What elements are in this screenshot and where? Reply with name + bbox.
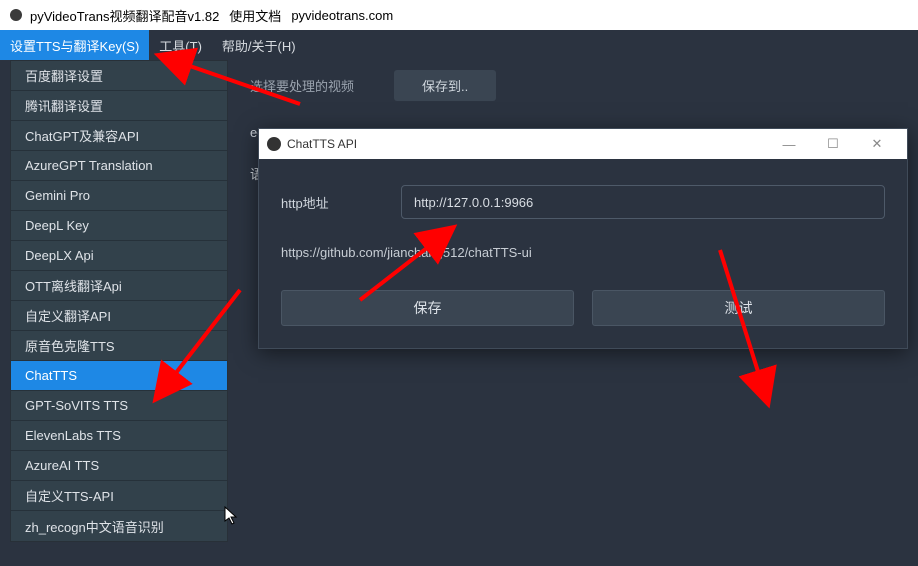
dropdown-item[interactable]: 腾讯翻译设置 bbox=[11, 91, 227, 121]
save-to-button[interactable]: 保存到.. bbox=[394, 70, 496, 101]
app-title: pyVideoTrans视频翻译配音v1.82 bbox=[30, 6, 219, 25]
save-button[interactable]: 保存 bbox=[281, 290, 574, 326]
dropdown-item[interactable]: ChatGPT及兼容API bbox=[11, 121, 227, 151]
menu-tools[interactable]: 工具(T) bbox=[149, 30, 212, 60]
dropdown-item[interactable]: Gemini Pro bbox=[11, 181, 227, 211]
dropdown-item[interactable]: DeepL Key bbox=[11, 211, 227, 241]
dropdown-item[interactable]: DeepLX Api bbox=[11, 241, 227, 271]
http-address-input[interactable] bbox=[401, 185, 885, 219]
dropdown-item[interactable]: 自定义TTS-API bbox=[11, 481, 227, 511]
dropdown-item[interactable]: zh_recogn中文语音识别 bbox=[11, 511, 227, 541]
dropdown-item[interactable]: OTT离线翻译Api bbox=[11, 271, 227, 301]
dropdown-item[interactable]: 百度翻译设置 bbox=[11, 61, 227, 91]
maximize-icon[interactable]: ☐ bbox=[811, 129, 855, 159]
chattts-dialog: ChatTTS API — ☐ ✕ http地址 https://github.… bbox=[258, 128, 908, 349]
menu-settings[interactable]: 设置TTS与翻译Key(S) bbox=[0, 30, 149, 60]
github-link[interactable]: https://github.com/jianchang512/chatTTS-… bbox=[281, 245, 885, 260]
dropdown-item[interactable]: 自定义翻译API bbox=[11, 301, 227, 331]
dropdown-item[interactable]: 原音色克隆TTS bbox=[11, 331, 227, 361]
close-icon[interactable]: ✕ bbox=[855, 129, 899, 159]
menubar: 设置TTS与翻译Key(S) 工具(T) 帮助/关于(H) bbox=[0, 30, 918, 60]
dialog-title: ChatTTS API bbox=[287, 137, 357, 151]
dialog-titlebar: ChatTTS API — ☐ ✕ bbox=[259, 129, 907, 159]
menu-help[interactable]: 帮助/关于(H) bbox=[212, 30, 306, 60]
window-titlebar: pyVideoTrans视频翻译配音v1.82 使用文档 pyvideotran… bbox=[0, 0, 918, 30]
doc-label: 使用文档 bbox=[229, 6, 281, 25]
dialog-icon bbox=[267, 137, 281, 151]
site-label: pyvideotrans.com bbox=[291, 8, 393, 23]
dropdown-item[interactable]: AzureGPT Translation bbox=[11, 151, 227, 181]
dropdown-item[interactable]: AzureAI TTS bbox=[11, 451, 227, 481]
app-icon bbox=[8, 7, 24, 23]
dropdown-item[interactable]: ElevenLabs TTS bbox=[11, 421, 227, 451]
cursor-icon bbox=[224, 506, 240, 531]
minimize-icon[interactable]: — bbox=[767, 129, 811, 159]
dropdown-item[interactable]: ChatTTS bbox=[11, 361, 227, 391]
dropdown-item[interactable]: GPT-SoVITS TTS bbox=[11, 391, 227, 421]
settings-dropdown: 百度翻译设置腾讯翻译设置ChatGPT及兼容APIAzureGPT Transl… bbox=[10, 60, 228, 542]
select-video-label: 选择要处理的视频 bbox=[250, 76, 354, 95]
test-button[interactable]: 测试 bbox=[592, 290, 885, 326]
http-address-label: http地址 bbox=[281, 193, 401, 212]
